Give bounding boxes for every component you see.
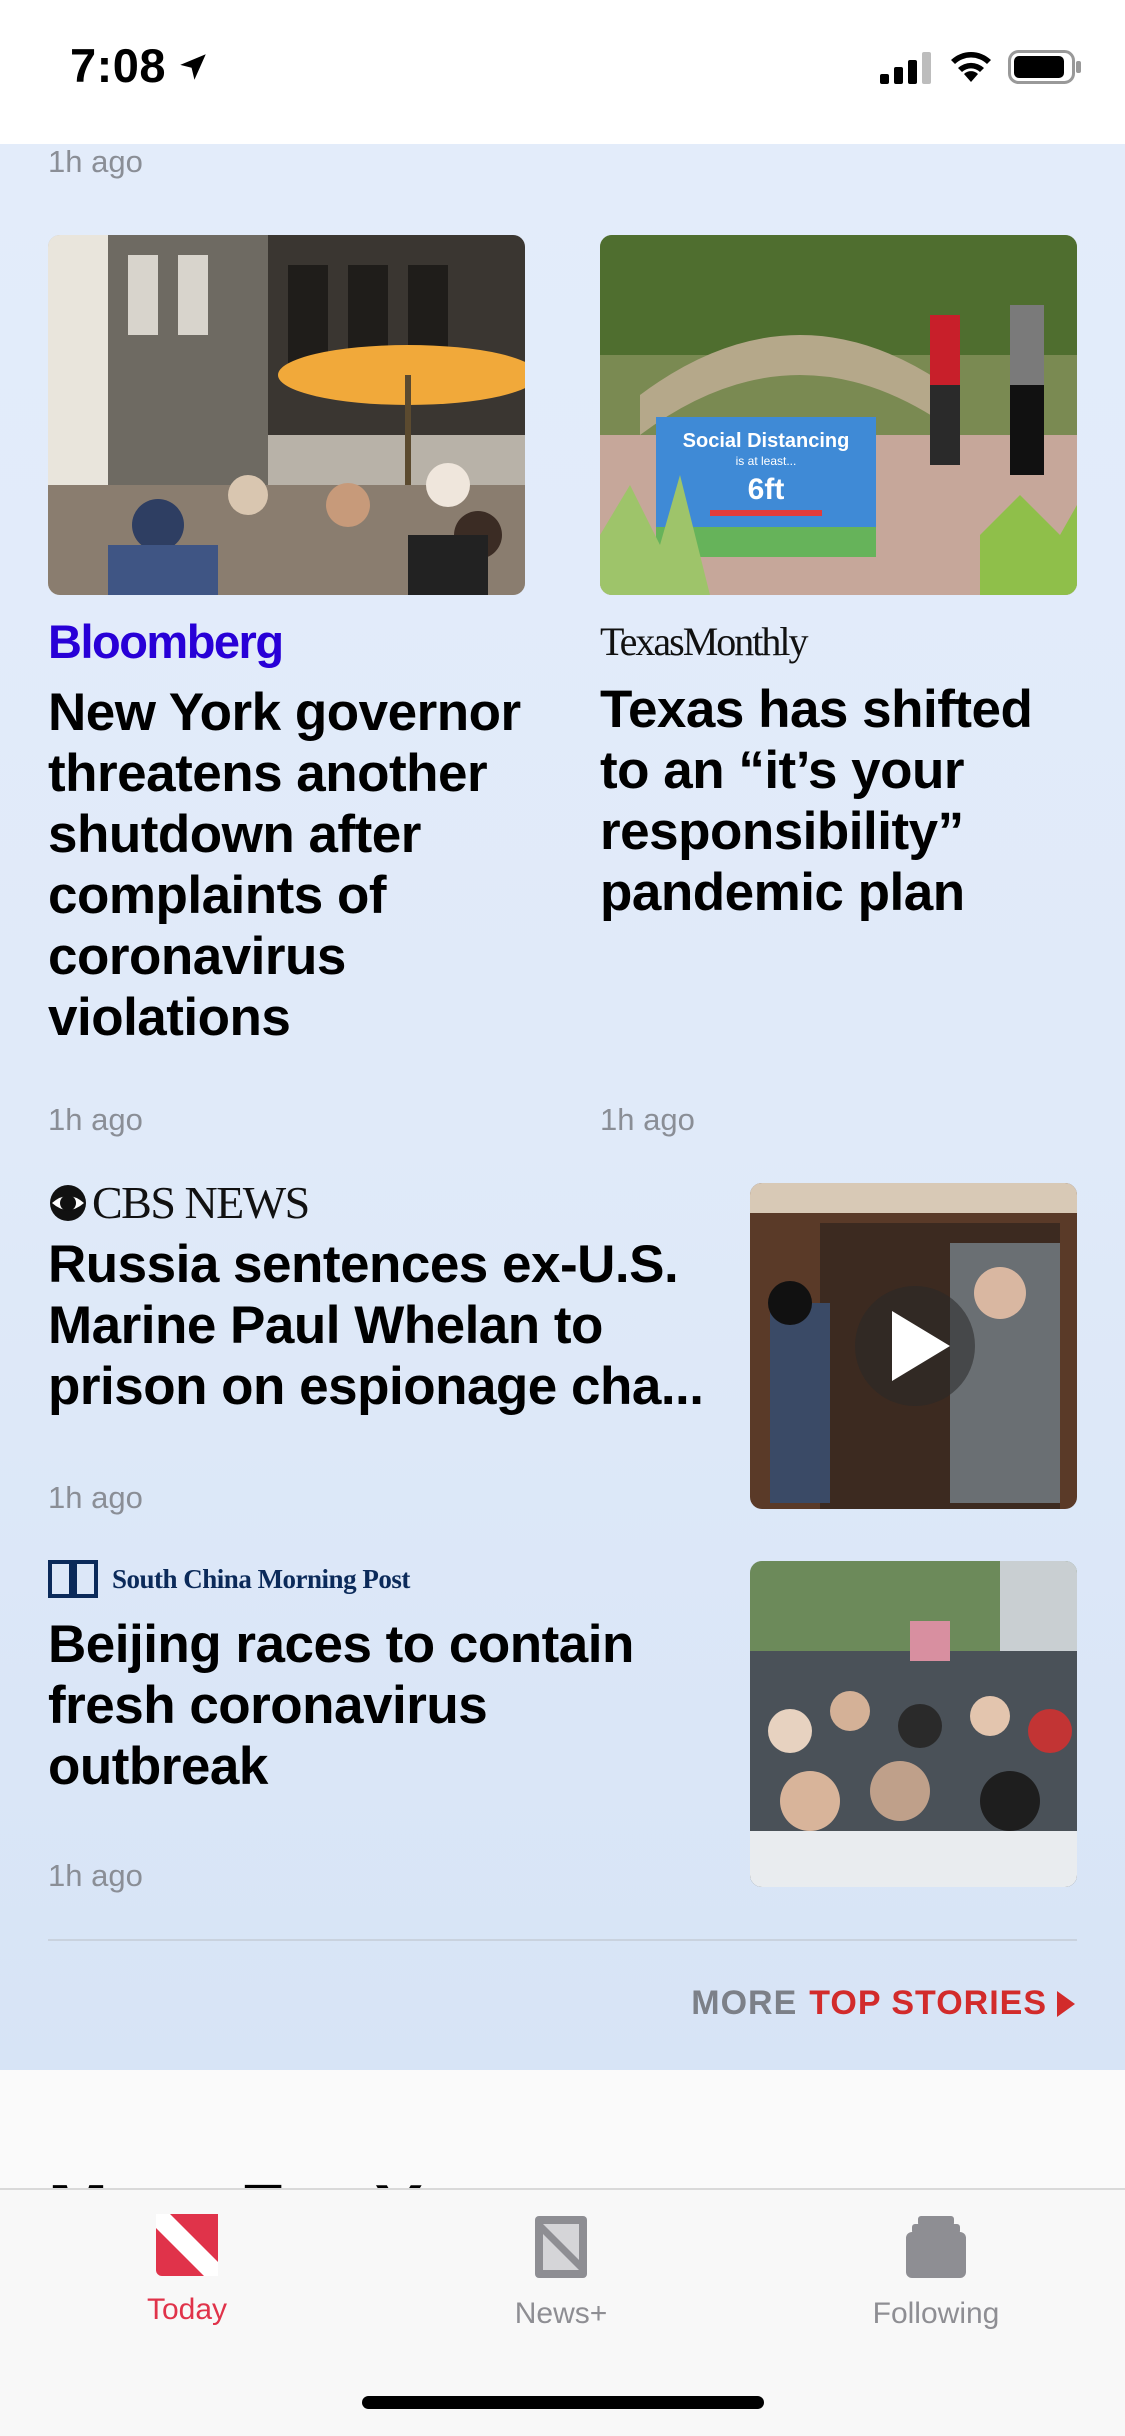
- headline-line: violations: [48, 988, 291, 1047]
- headline-line: coronavirus: [48, 927, 346, 986]
- more-prefix: MORE: [691, 1984, 798, 2022]
- headline-line: Texas has shifted: [600, 680, 1033, 739]
- publisher-logo-texasmonthly: TexasMonthly: [600, 619, 809, 664]
- story-thumbnail-social-distancing[interactable]: Social Distancing is at least... 6ft: [600, 235, 1077, 595]
- story-headline-whelan[interactable]: Russia sentences ex-U.S. Marine Paul Whe…: [48, 1234, 708, 1417]
- story-timestamp: 1h ago: [48, 1858, 143, 1893]
- headline-line: complaints of: [48, 866, 387, 925]
- story-thumbnail-ny-outdoor-dining[interactable]: [48, 235, 525, 595]
- headline-line: responsibility”: [600, 802, 964, 861]
- publisher-logo-scmp: South China Morning Post: [48, 1560, 410, 1598]
- outdoor-dining-photo: [48, 235, 525, 595]
- headline-line: to an “it’s your: [600, 741, 965, 800]
- publisher-logo-cbs-news: CBS NEWS: [48, 1176, 310, 1229]
- headline-line: Beijing races to contain: [48, 1615, 634, 1674]
- status-bar: 7:08: [0, 0, 1125, 144]
- headline-line: prison on espionage cha...: [48, 1357, 704, 1416]
- story-headline-ny-governor[interactable]: New York governor threatens another shut…: [48, 682, 548, 1048]
- story-thumbnail-beijing-crowd[interactable]: [750, 1561, 1077, 1887]
- status-time: 7:08: [70, 39, 167, 92]
- headline-line: fresh coronavirus: [48, 1676, 488, 1735]
- cbs-eye-icon: [50, 1184, 86, 1221]
- cellular-signal-icon: [880, 52, 931, 84]
- headline-line: Russia sentences ex-U.S.: [48, 1235, 679, 1294]
- story-headline-texas-pandemic[interactable]: Texas has shifted to an “it’s your respo…: [600, 679, 1077, 923]
- story-timestamp: 1h ago: [48, 1102, 143, 1137]
- courtroom-video-still: [750, 1183, 1077, 1509]
- following-stack-icon: [906, 2216, 966, 2278]
- tab-label: Following: [872, 2297, 1000, 2330]
- section-heading-more-for-you: More For You: [48, 2170, 505, 2190]
- headline-line: outbreak: [48, 1737, 268, 1796]
- headline-line: shutdown after: [48, 805, 421, 864]
- story-timestamp: 1h ago: [48, 1480, 143, 1515]
- cbs-wordmark: CBS NEWS: [92, 1177, 310, 1228]
- headline-line: pandemic plan: [600, 863, 965, 922]
- more-for-you-section: More For You: [0, 2070, 1125, 2190]
- more-label: TOP STORIES: [809, 1984, 1047, 2022]
- headline-line: New York governor: [48, 683, 521, 742]
- tab-label: News+: [514, 2297, 608, 2330]
- beijing-crowd-photo: [750, 1561, 1077, 1887]
- tab-following[interactable]: Following: [811, 2214, 1061, 2331]
- sign-distance: 6ft: [748, 473, 785, 506]
- scmp-wordmark: South China Morning Post: [112, 1563, 410, 1594]
- tab-today[interactable]: Today: [62, 2214, 312, 2327]
- publisher-logo-bloomberg: Bloomberg: [48, 615, 284, 668]
- sign-subtitle: is at least...: [736, 454, 797, 468]
- social-distancing-photo: Social Distancing is at least... 6ft: [600, 235, 1077, 595]
- news-logo-icon: [156, 2214, 218, 2276]
- sign-title: Social Distancing: [683, 430, 850, 452]
- tab-news-plus[interactable]: News+: [436, 2214, 686, 2331]
- story-thumbnail-whelan-video[interactable]: [750, 1183, 1077, 1509]
- story-timestamp: 1h ago: [600, 1102, 695, 1137]
- more-top-stories-link[interactable]: MORE TOP STORIES: [691, 1984, 1077, 2023]
- story-headline-beijing[interactable]: Beijing races to contain fresh coronavir…: [48, 1614, 708, 1797]
- tab-label: Today: [146, 2293, 228, 2326]
- section-divider: [48, 1939, 1077, 1941]
- headline-line: threatens another: [48, 744, 488, 803]
- scmp-book-icon: [48, 1560, 98, 1598]
- top-stories-feed: 1h ago Social Distancing is at least... …: [0, 144, 1125, 2070]
- chevron-right-icon: [1057, 1990, 1075, 2017]
- location-arrow-icon: [180, 54, 206, 80]
- headline-line: Marine Paul Whelan to: [48, 1296, 603, 1355]
- battery-icon: [1008, 50, 1081, 84]
- home-indicator[interactable]: [362, 2396, 764, 2409]
- story-timestamp: 1h ago: [48, 144, 143, 179]
- news-plus-icon: [535, 2216, 587, 2278]
- wifi-icon: [951, 52, 991, 82]
